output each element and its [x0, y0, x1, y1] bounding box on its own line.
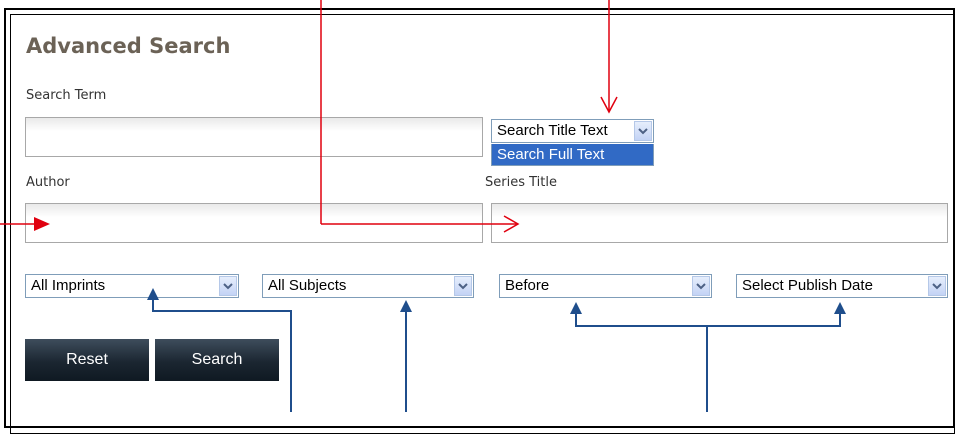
red-arrow-author	[0, 217, 50, 231]
blue-arrow-subjects	[400, 300, 412, 412]
annotation-arrows	[0, 0, 846, 412]
blue-arrow-dates	[570, 302, 846, 412]
red-arrow-series	[320, 0, 520, 233]
blue-arrow-imprints	[147, 288, 292, 412]
red-arrow-scope	[600, 0, 618, 114]
